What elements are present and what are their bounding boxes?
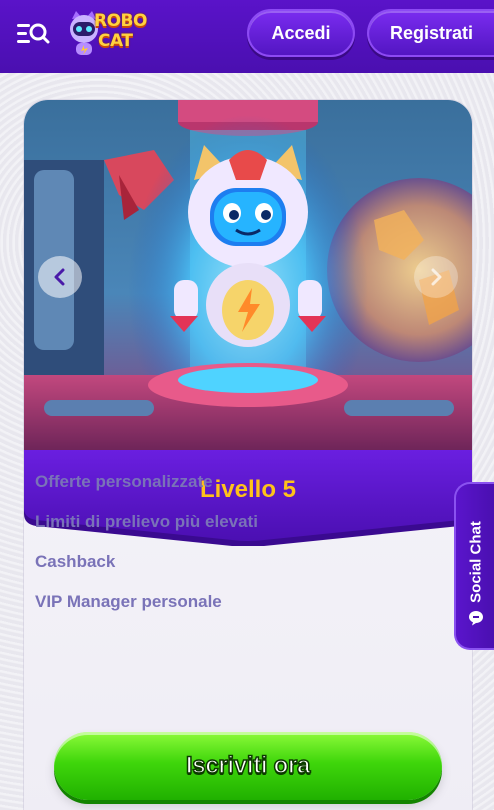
list-item: Limiti di prelievo più elevati: [35, 512, 258, 531]
social-chat-tab[interactable]: Social Chat: [454, 482, 494, 650]
signup-now-label: Iscriviti ora: [185, 751, 311, 780]
chat-bubble-icon: [469, 611, 483, 626]
signup-now-button[interactable]: Iscriviti ora: [54, 732, 442, 800]
list-item: VIP Manager personale: [35, 592, 222, 611]
carousel-next-button[interactable]: [414, 256, 458, 298]
top-header: ROBO CAT Accedi Registrati: [0, 0, 494, 73]
robocat-logo[interactable]: ROBO CAT: [64, 7, 156, 61]
hero-illustration: [24, 100, 472, 452]
register-button[interactable]: Registrati: [367, 9, 494, 57]
vip-level-card: Livello 5: [24, 100, 472, 810]
social-chat-label: Social Chat: [467, 521, 485, 603]
logo-text-line1: ROBO: [94, 11, 147, 31]
logo-text: ROBO CAT: [94, 13, 147, 50]
list-item: Offerte personalizzate: [35, 472, 213, 491]
carousel-prev-button[interactable]: [38, 256, 82, 298]
benefits-list: Offerte personalizzate Limiti di preliev…: [35, 470, 258, 630]
list-item: Cashback: [35, 552, 116, 571]
chevron-right-icon: [431, 268, 442, 286]
chevron-left-icon: [54, 268, 65, 286]
login-button[interactable]: Accedi: [247, 9, 355, 57]
logo-text-line2: CAT: [98, 31, 133, 51]
menu-search-icon[interactable]: [16, 20, 50, 48]
